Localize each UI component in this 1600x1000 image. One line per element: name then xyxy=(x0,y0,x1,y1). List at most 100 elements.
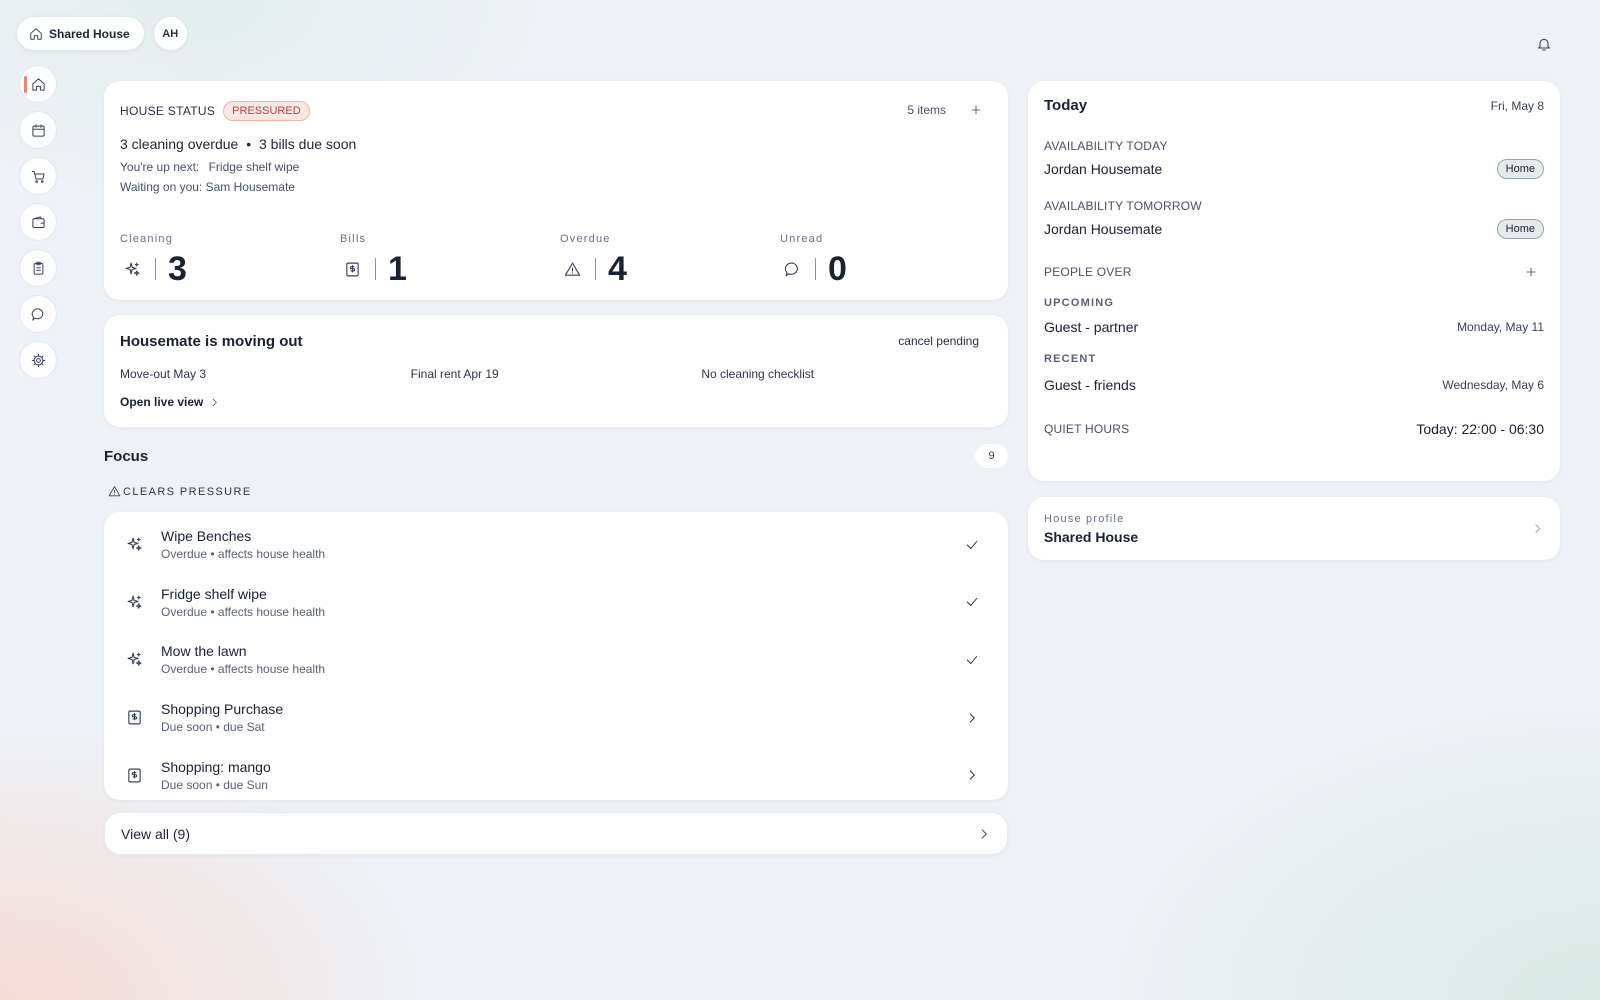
chevron-right-icon xyxy=(209,397,220,408)
sidebar-item-chores[interactable] xyxy=(19,249,57,287)
receipt-icon xyxy=(344,261,361,278)
sidebar-item-settings[interactable] xyxy=(19,341,57,379)
house-profile-card[interactable]: House profile Shared House xyxy=(1028,497,1560,560)
task-title: Fridge shelf wipe xyxy=(161,585,267,602)
house-switcher-button[interactable]: Shared House xyxy=(16,16,145,51)
task-subtitle: Due soon • due Sun xyxy=(161,777,268,792)
metric-unread[interactable]: Unread 0 xyxy=(780,233,1000,289)
metric-label: Cleaning xyxy=(120,233,174,245)
task-row[interactable]: Mow the lawn Overdue • affects house hea… xyxy=(104,631,1008,689)
plus-icon xyxy=(1525,266,1537,278)
today-card: Today Fri, May 8 AVAILABILITY TODAY Jord… xyxy=(1028,81,1560,481)
house-status-card: HOUSE STATUS PRESSURED 5 items 3 cleanin… xyxy=(104,81,1008,300)
status-badge: Home xyxy=(1496,219,1544,239)
task-row[interactable]: Fridge shelf wipe Overdue • affects hous… xyxy=(104,574,1008,632)
waiting-on-you: Waiting on you: Sam Housemate xyxy=(120,180,295,194)
status-badge: PRESSURED xyxy=(223,101,310,121)
quiet-hours-row: QUIET HOURS Today: 22:00 - 06:30 xyxy=(1044,421,1544,437)
calendar-icon xyxy=(31,123,46,138)
quiet-hours-value: Today: 22:00 - 06:30 xyxy=(1416,421,1544,437)
sidebar-item-shopping[interactable] xyxy=(19,157,57,195)
sidebar xyxy=(19,65,57,379)
recent-guest-row[interactable]: Guest - friends Wednesday, May 6 xyxy=(1044,377,1544,393)
complete-task-button[interactable] xyxy=(960,533,984,557)
chat-icon xyxy=(784,261,801,278)
wallet-icon xyxy=(31,215,46,230)
metric-label: Overdue xyxy=(560,233,611,245)
moveout-card: Housemate is moving out cancel pending M… xyxy=(104,315,1008,427)
people-over-label: PEOPLE OVER xyxy=(1044,265,1132,279)
people-over-row: PEOPLE OVER xyxy=(1044,259,1544,285)
items-count[interactable]: 5 items xyxy=(907,103,946,117)
quiet-hours-label: QUIET HOURS xyxy=(1044,422,1130,436)
clipboard-icon xyxy=(31,261,46,276)
metric-overdue[interactable]: Overdue 4 xyxy=(560,233,780,289)
plus-icon[interactable] xyxy=(970,104,982,116)
add-guest-button[interactable] xyxy=(1518,259,1544,285)
summary-cleaning: 3 cleaning overdue xyxy=(120,136,239,152)
top-bar: Shared House AH xyxy=(16,16,188,51)
complete-task-button[interactable] xyxy=(960,648,984,672)
guest-name: Guest - partner xyxy=(1044,319,1139,335)
avatar[interactable]: AH xyxy=(152,16,188,51)
availability-today-row[interactable]: Jordan Housemate Home xyxy=(1044,159,1544,179)
metric-cleaning[interactable]: Cleaning 3 xyxy=(120,233,340,289)
moveout-details: Move-out May 3 Final rent Apr 19 No clea… xyxy=(120,367,992,381)
sparkles-icon xyxy=(124,261,141,278)
clears-pressure-text: CLEARS PRESSURE xyxy=(123,485,252,498)
today-date: Fri, May 8 xyxy=(1490,98,1544,113)
task-subtitle: Overdue • affects house health xyxy=(161,604,326,619)
guest-date: Wednesday, May 6 xyxy=(1442,378,1544,392)
task-title: Wipe Benches xyxy=(161,528,252,545)
final-rent: Final rent Apr 19 xyxy=(410,367,499,381)
chevron-right-icon xyxy=(1531,522,1544,535)
metric-value: 0 xyxy=(828,250,847,288)
metric-bills[interactable]: Bills 1 xyxy=(340,233,560,289)
notifications-button[interactable] xyxy=(1532,32,1556,56)
metric-label: Bills xyxy=(340,233,367,245)
task-title: Shopping: mango xyxy=(161,758,271,775)
view-all-button[interactable]: View all (9) xyxy=(104,812,1008,855)
availability-tomorrow-row[interactable]: Jordan Housemate Home xyxy=(1044,219,1544,239)
status-badge: Home xyxy=(1496,159,1544,179)
receipt-icon xyxy=(126,767,143,784)
sidebar-item-calendar[interactable] xyxy=(19,111,57,149)
check-icon xyxy=(965,538,979,552)
sparkles-icon xyxy=(126,536,143,553)
open-task-button[interactable] xyxy=(960,706,984,730)
sparkles-icon xyxy=(126,651,143,668)
summary-bills: 3 bills due soon xyxy=(259,136,357,152)
metric-value: 3 xyxy=(168,250,187,288)
upcoming-guest-row[interactable]: Guest - partner Monday, May 11 xyxy=(1044,319,1544,335)
receipt-icon xyxy=(126,709,143,726)
task-row[interactable]: Wipe Benches Overdue • affects house hea… xyxy=(104,516,1008,574)
metrics-row: Cleaning 3 Bills 1 Overdue 4 Unread 0 xyxy=(120,233,1000,289)
focus-task-list: Wipe Benches Overdue • affects house hea… xyxy=(104,512,1008,800)
up-next-value[interactable]: Fridge shelf wipe xyxy=(209,160,300,174)
sidebar-item-bills[interactable] xyxy=(19,203,57,241)
up-next-label: You're up next: xyxy=(120,160,200,174)
house-profile-label: House profile xyxy=(1044,512,1125,525)
check-icon xyxy=(965,595,979,609)
task-row[interactable]: Shopping Purchase Due soon • due Sat xyxy=(104,689,1008,747)
upcoming-label: UPCOMING xyxy=(1044,297,1115,309)
home-icon xyxy=(29,27,43,41)
sidebar-item-chat[interactable] xyxy=(19,295,57,333)
view-all-label: View all (9) xyxy=(121,825,190,842)
sidebar-item-home[interactable] xyxy=(19,65,57,103)
chevron-right-icon xyxy=(965,711,979,725)
open-live-view-link[interactable]: Open live view xyxy=(120,395,992,409)
moveout-status[interactable]: cancel pending xyxy=(898,334,979,348)
person-name: Jordan Housemate xyxy=(1044,161,1163,177)
focus-header: Focus 9 xyxy=(104,444,1008,468)
today-title: Today xyxy=(1044,97,1088,114)
check-icon xyxy=(965,653,979,667)
task-row[interactable]: Shopping: mango Due soon • due Sun xyxy=(104,746,1008,804)
warning-icon xyxy=(108,485,121,498)
focus-count-badge: 9 xyxy=(975,444,1008,468)
complete-task-button[interactable] xyxy=(960,590,984,614)
metric-value: 4 xyxy=(608,250,627,288)
task-title: Mow the lawn xyxy=(161,643,247,660)
cart-icon xyxy=(31,169,46,184)
open-task-button[interactable] xyxy=(960,763,984,787)
